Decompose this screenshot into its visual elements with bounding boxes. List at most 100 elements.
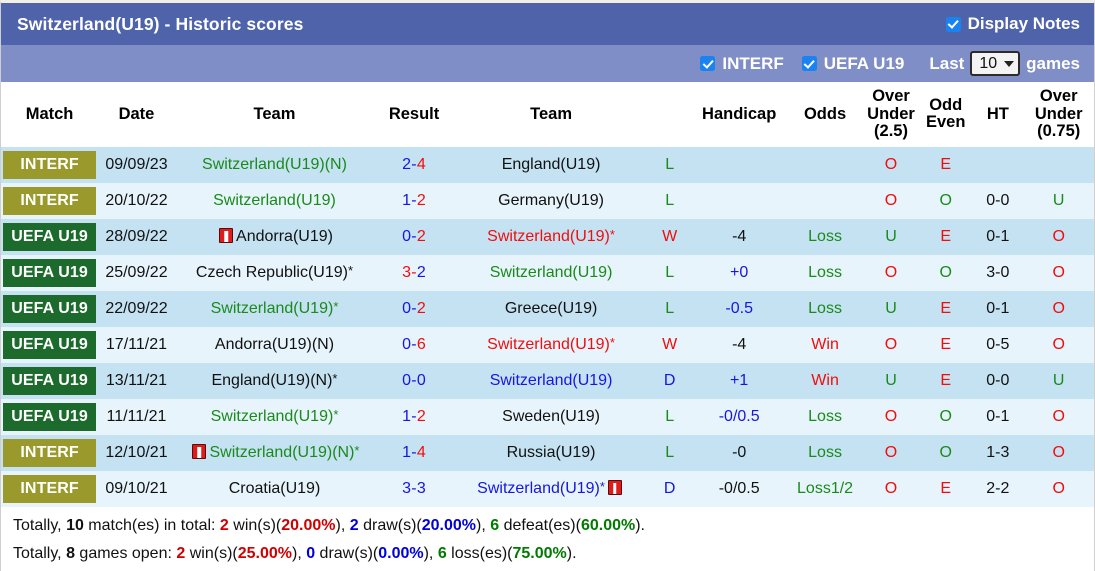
team-home-cell[interactable]: Andorra(U19)(N) (175, 327, 374, 363)
home-score: 1 (402, 408, 411, 425)
display-notes-checkbox[interactable] (946, 17, 961, 32)
team-away-cell[interactable]: Sweden(U19) (454, 399, 648, 435)
match-result[interactable]: 0-2 (374, 219, 454, 255)
away-score: 2 (417, 408, 426, 425)
competition-cell[interactable]: UEFA U19 (1, 399, 98, 435)
table-row[interactable]: INTERF20/10/22Switzerland(U19)1-2Germany… (1, 183, 1094, 219)
summary-line-total: Totally, 10 match(es) in total: 2 win(s)… (9, 512, 1086, 540)
sum2-losses: 6 (438, 545, 447, 562)
match-result[interactable]: 3-2 (374, 255, 454, 291)
interf-checkbox[interactable] (700, 56, 715, 71)
match-result[interactable]: 0-2 (374, 291, 454, 327)
table-row[interactable]: UEFA U1913/11/21England(U19)(N)*0-0Switz… (1, 363, 1094, 399)
odds-result-value: Win (811, 372, 839, 389)
match-result[interactable]: 1-2 (374, 183, 454, 219)
result-wdl-value: L (665, 408, 674, 425)
match-result[interactable]: 0-6 (374, 327, 454, 363)
match-result[interactable]: 0-0 (374, 363, 454, 399)
team-away-cell[interactable]: Greece(U19) (454, 291, 648, 327)
match-result[interactable]: 2-4 (374, 147, 454, 183)
sum2-t7: loss(es)( (447, 545, 513, 562)
team-home-cell[interactable]: Switzerland(U19)* (175, 291, 374, 327)
table-row[interactable]: INTERF12/10/21Switzerland(U19)(N)*1-4Rus… (1, 435, 1094, 471)
sum2-loss-pct: 75.00% (513, 545, 567, 562)
sum1-draw-pct: 20.00% (422, 517, 476, 534)
uefa-u19-checkbox[interactable] (802, 56, 817, 71)
team-home-cell[interactable]: Switzerland(U19)(N) (175, 147, 374, 183)
competition-cell[interactable]: INTERF (1, 435, 98, 471)
games-count-value: 10 (979, 55, 997, 73)
half-time-score: 0-1 (972, 219, 1023, 255)
team-name: Switzerland(U19)(N) (209, 444, 354, 461)
table-row[interactable]: UEFA U1925/09/22Czech Republic(U19)*3-2S… (1, 255, 1094, 291)
team-home-cell[interactable]: Croatia(U19) (175, 471, 374, 507)
competition-badge: INTERF (3, 187, 96, 215)
table-row[interactable]: INTERF09/09/23Switzerland(U19)(N)2-4Engl… (1, 147, 1094, 183)
table-row[interactable]: INTERF09/10/21Croatia(U19)3-3Switzerland… (1, 471, 1094, 507)
home-score: 0 (402, 372, 411, 389)
display-notes-toggle[interactable]: Display Notes (946, 14, 1080, 34)
match-result[interactable]: 1-2 (374, 399, 454, 435)
over-under-25-value: O (885, 480, 897, 497)
team-home-cell[interactable]: Andorra(U19) (175, 219, 374, 255)
table-row[interactable]: UEFA U1911/11/21Switzerland(U19)*1-2Swed… (1, 399, 1094, 435)
competition-cell[interactable]: INTERF (1, 471, 98, 507)
half-time-score-value: 0-0 (986, 192, 1009, 209)
over-under-25-value: O (885, 192, 897, 209)
table-row[interactable]: UEFA U1928/09/22Andorra(U19)0-2Switzerla… (1, 219, 1094, 255)
team-home-cell[interactable]: Czech Republic(U19)* (175, 255, 374, 291)
summary-line-open: Totally, 8 games open: 2 win(s)(25.00%),… (9, 540, 1086, 568)
games-count-select[interactable]: 10 (970, 51, 1020, 76)
over-under-075-value: O (1052, 408, 1064, 425)
competition-cell[interactable]: INTERF (1, 183, 98, 219)
table-row[interactable]: UEFA U1922/09/22Switzerland(U19)*0-2Gree… (1, 291, 1094, 327)
competition-cell[interactable]: UEFA U19 (1, 363, 98, 399)
odd-even-value: O (939, 192, 951, 209)
odds-result: Loss (787, 255, 863, 291)
competition-cell[interactable]: UEFA U19 (1, 255, 98, 291)
competition-cell[interactable]: INTERF (1, 147, 98, 183)
table-row[interactable]: UEFA U1917/11/21Andorra(U19)(N)0-6Switze… (1, 327, 1094, 363)
team-home-cell[interactable]: Switzerland(U19)* (175, 399, 374, 435)
match-date: 25/09/22 (98, 255, 175, 291)
competition-cell[interactable]: UEFA U19 (1, 327, 98, 363)
odd-even-value: O (939, 408, 951, 425)
team-away-cell[interactable]: Russia(U19) (454, 435, 648, 471)
home-score: 0 (402, 336, 411, 353)
over-under-25: O (863, 255, 919, 291)
team-home-cell[interactable]: Switzerland(U19)(N)* (175, 435, 374, 471)
team-away-cell[interactable]: Switzerland(U19)* (454, 471, 648, 507)
team-away-cell[interactable]: Switzerland(U19)* (454, 219, 648, 255)
team-away-cell[interactable]: England(U19) (454, 147, 648, 183)
result-wdl-value: W (662, 228, 677, 245)
odd-even-value: E (940, 336, 951, 353)
odd-even: E (919, 219, 972, 255)
match-date: 22/09/22 (98, 291, 175, 327)
team-home-cell[interactable]: England(U19)(N)* (175, 363, 374, 399)
match-result[interactable]: 3-3 (374, 471, 454, 507)
sum2-t5: draw(s)( (315, 545, 378, 562)
games-label: games (1026, 54, 1080, 74)
team-away-cell[interactable]: Germany(U19) (454, 183, 648, 219)
team-name: Switzerland(U19) (487, 228, 610, 245)
filter-uefa-u19[interactable]: UEFA U19 (802, 54, 905, 74)
match-result[interactable]: 1-4 (374, 435, 454, 471)
team-name: Switzerland(U19) (213, 192, 336, 209)
result-wdl-value: L (665, 300, 674, 317)
competition-cell[interactable]: UEFA U19 (1, 219, 98, 255)
column-header-ht: HT (972, 82, 1023, 147)
filter-interf[interactable]: INTERF (700, 54, 783, 74)
team-home-cell[interactable]: Switzerland(U19) (175, 183, 374, 219)
result-wdl: D (648, 471, 691, 507)
over-under-075 (1023, 147, 1094, 183)
competition-cell[interactable]: UEFA U19 (1, 291, 98, 327)
odds-result-value: Loss1/2 (797, 480, 853, 497)
handicap-value: +1 (730, 372, 748, 389)
half-time-score-value: 0-1 (986, 228, 1009, 245)
team-away-cell[interactable]: Switzerland(U19) (454, 255, 648, 291)
team-away-cell[interactable]: Switzerland(U19)* (454, 327, 648, 363)
team-away-cell[interactable]: Switzerland(U19) (454, 363, 648, 399)
team-name: Sweden(U19) (502, 408, 600, 425)
sum2-t1: Totally, (13, 545, 66, 562)
sum1-t7: defeat(es)( (499, 517, 581, 534)
